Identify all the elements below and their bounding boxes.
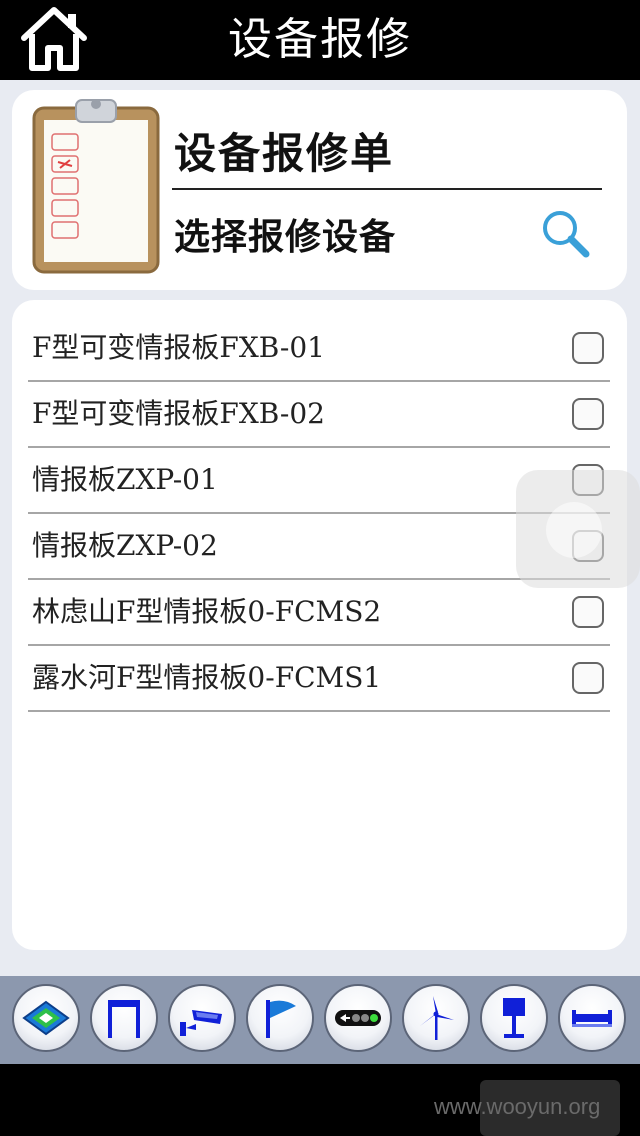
select-device-label: 选择报修设备	[174, 217, 397, 258]
list-item[interactable]: F型可变情报板FXB-01	[28, 316, 610, 382]
gantry-icon	[108, 1000, 140, 1038]
device-name: 林虑山F型情报板0-FCMS2	[32, 595, 382, 628]
traffic-light-icon	[335, 1010, 381, 1026]
tool-sign-post-button[interactable]	[480, 984, 548, 1052]
sign-post-icon	[503, 998, 525, 1038]
assistive-touch-icon	[546, 502, 602, 558]
tool-flag-button[interactable]	[246, 984, 314, 1052]
assistive-touch-button[interactable]	[516, 470, 640, 588]
search-button[interactable]	[540, 208, 592, 260]
camera-icon	[180, 1010, 222, 1036]
form-divider	[172, 188, 602, 190]
device-name: 露水河F型情报板0-FCMS1	[32, 661, 382, 694]
device-list-card: F型可变情报板FXB-01 F型可变情报板FXB-02 情报板ZXP-01 情报…	[12, 300, 627, 950]
search-icon	[543, 211, 590, 258]
device-name: 情报板ZXP-02	[32, 529, 218, 562]
tool-layers-button[interactable]	[12, 984, 80, 1052]
list-item[interactable]: 露水河F型情报板0-FCMS1	[28, 646, 610, 712]
repair-form-card: 设备报修单 选择报修设备	[12, 90, 627, 290]
clipboard-icon	[32, 99, 160, 274]
wind-turbine-icon	[420, 996, 454, 1040]
tool-gantry-button[interactable]	[90, 984, 158, 1052]
device-checkbox[interactable]	[572, 332, 604, 364]
device-checkbox[interactable]	[572, 398, 604, 430]
header-bar: 设备报修	[0, 0, 640, 80]
device-name: 情报板ZXP-01	[32, 463, 218, 496]
device-checkbox[interactable]	[572, 662, 604, 694]
overpass-icon	[572, 1010, 612, 1027]
page-title: 设备报修	[228, 14, 412, 65]
flag-icon	[266, 1000, 296, 1038]
tool-wind-turbine-button[interactable]	[402, 984, 470, 1052]
device-name: F型可变情报板FXB-02	[32, 397, 325, 430]
list-item[interactable]: 林虑山F型情报板0-FCMS2	[28, 580, 610, 646]
footer-bar: www.wooyun.org	[0, 1064, 640, 1136]
watermark: www.wooyun.org	[434, 1094, 601, 1119]
tool-camera-button[interactable]	[168, 984, 236, 1052]
list-item[interactable]: F型可变情报板FXB-02	[28, 382, 610, 448]
tool-traffic-light-button[interactable]	[324, 984, 392, 1052]
form-title: 设备报修单	[174, 129, 395, 178]
layers-icon	[22, 1000, 70, 1036]
tool-overpass-button[interactable]	[558, 984, 626, 1052]
bottom-toolbar	[0, 976, 640, 1064]
device-name: F型可变情报板FXB-01	[32, 331, 325, 364]
device-checkbox[interactable]	[572, 596, 604, 628]
